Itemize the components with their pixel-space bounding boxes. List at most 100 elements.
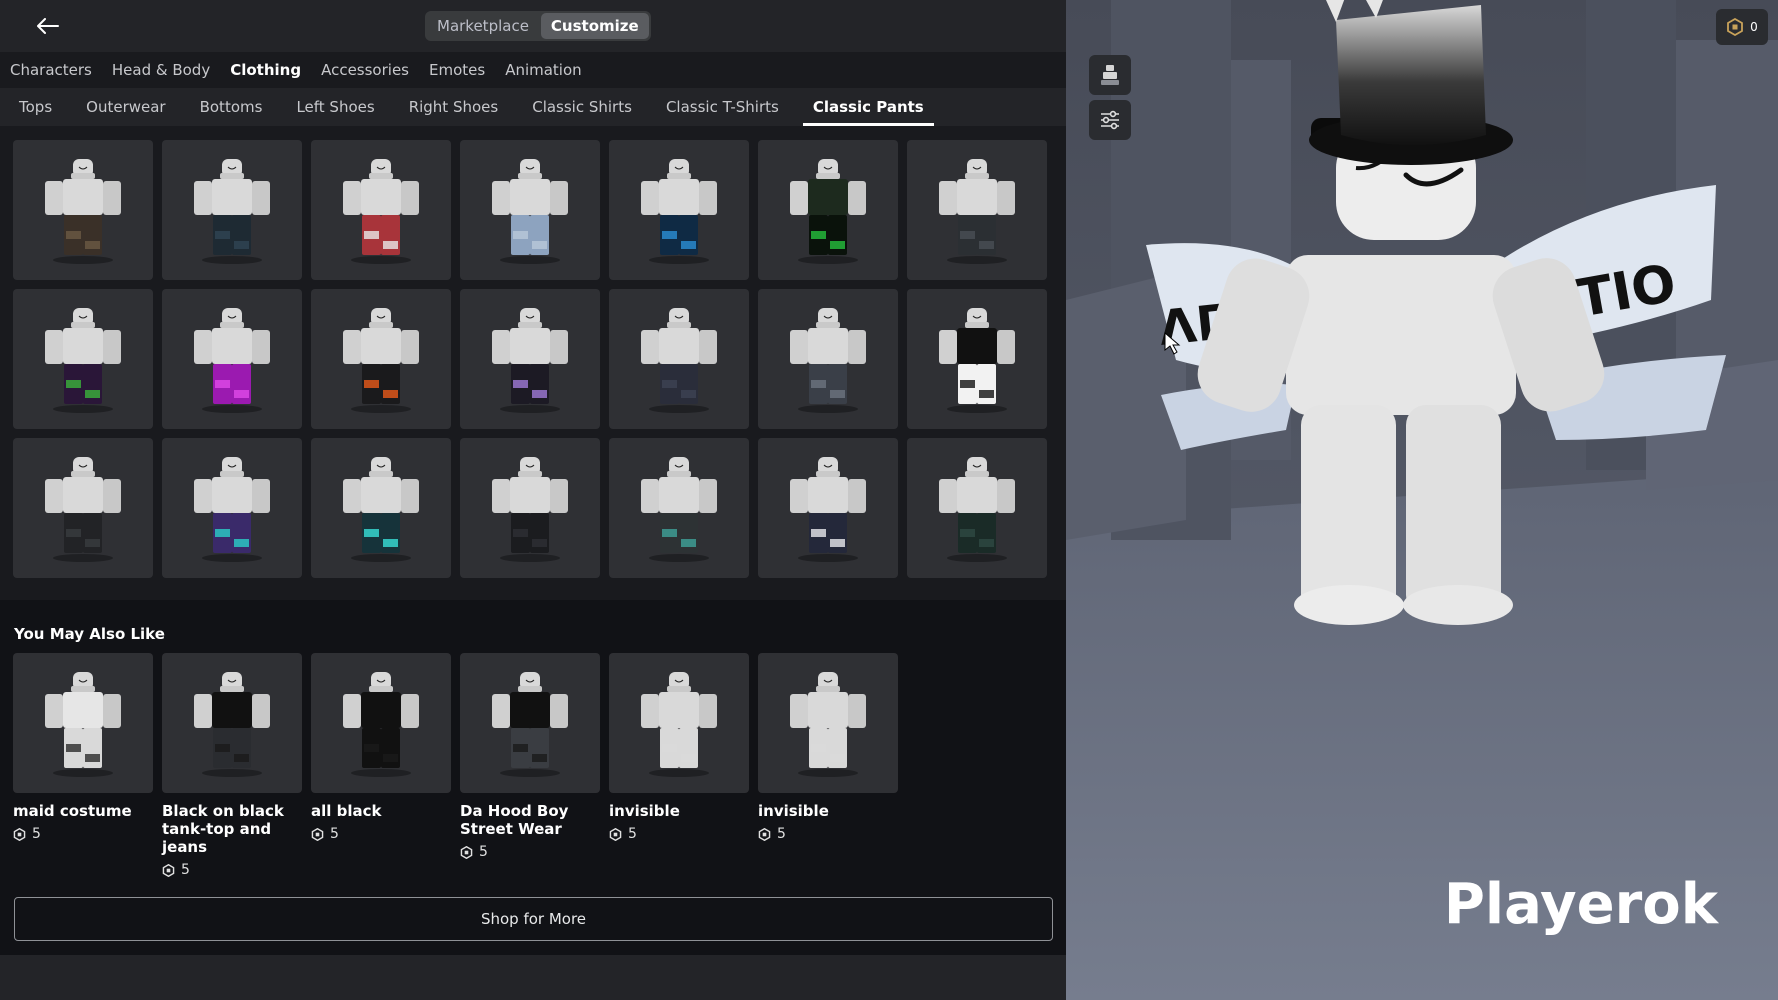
inventory-item[interactable] <box>162 289 302 429</box>
subcategory-tabs: Tops Outerwear Bottoms Left Shoes Right … <box>0 88 1066 126</box>
robux-icon <box>758 827 771 841</box>
subtab-classic-pants[interactable]: Classic Pants <box>802 88 934 126</box>
inventory-item[interactable] <box>311 289 451 429</box>
inventory-item[interactable] <box>162 438 302 578</box>
scene-settings-button[interactable] <box>1089 100 1131 140</box>
inventory-item[interactable] <box>162 140 302 280</box>
robux-balance: 0 <box>1750 20 1758 34</box>
recommended-item-name: Black on black tank-top and jeans <box>162 802 284 856</box>
recommended-item-name: Da Hood Boy Street Wear <box>460 802 569 838</box>
mode-switch: Marketplace Customize <box>425 11 651 41</box>
inventory-grid <box>13 140 1047 578</box>
item-thumbnail <box>492 159 568 264</box>
recommended-item-thumbnail <box>162 653 302 793</box>
inventory-item[interactable] <box>13 140 153 280</box>
inventory-item[interactable] <box>460 289 600 429</box>
tab-clothing[interactable]: Clothing <box>230 61 301 79</box>
inventory-item[interactable] <box>907 140 1047 280</box>
back-button[interactable] <box>34 12 62 40</box>
robux-icon <box>162 863 175 877</box>
tab-emotes[interactable]: Emotes <box>429 61 485 79</box>
category-tabs: Characters Head & Body Clothing Accessor… <box>0 52 1066 88</box>
robux-icon <box>13 827 26 841</box>
item-thumbnail <box>790 159 866 264</box>
item-thumbnail <box>641 159 717 264</box>
item-thumbnail <box>194 308 270 413</box>
recommendations-title: You May Also Like <box>14 625 165 643</box>
recommended-item-price: 5 <box>13 826 153 842</box>
avatar-view-button[interactable] <box>1089 55 1131 95</box>
editor-panel: Marketplace Customize Characters Head & … <box>0 0 1066 1000</box>
recommended-item-thumbnail <box>758 653 898 793</box>
inventory-item[interactable] <box>907 289 1047 429</box>
recommended-item-thumbnail <box>460 653 600 793</box>
recommended-item-thumbnail <box>311 653 451 793</box>
item-thumbnail <box>343 457 419 562</box>
recommended-item[interactable]: Black on black tank-top and jeans 5 <box>162 653 302 878</box>
shop-for-more-button[interactable]: Shop for More <box>14 897 1053 941</box>
subtab-tops[interactable]: Tops <box>19 88 52 126</box>
tab-animation[interactable]: Animation <box>505 61 581 79</box>
subtab-classic-tshirts[interactable]: Classic T-Shirts <box>666 88 779 126</box>
recommended-item-name: all black <box>311 802 382 820</box>
robux-icon <box>1727 18 1744 36</box>
price-value: 5 <box>628 826 637 842</box>
price-value: 5 <box>32 826 41 842</box>
avatar-viewport[interactable]: ΛΓΙΟ ΛΕΤΙΟ <box>1066 0 1778 1000</box>
inventory-section <box>0 126 1066 600</box>
recommended-item[interactable]: invisible 5 <box>758 653 898 878</box>
item-thumbnail <box>45 457 121 562</box>
inventory-item[interactable] <box>311 438 451 578</box>
recommended-item[interactable]: Da Hood Boy Street Wear 5 <box>460 653 600 878</box>
recommended-item[interactable]: all black 5 <box>311 653 451 878</box>
inventory-item[interactable] <box>609 289 749 429</box>
inventory-item[interactable] <box>460 438 600 578</box>
inventory-item[interactable] <box>609 140 749 280</box>
recommended-item-price: 5 <box>162 862 302 878</box>
robux-icon <box>460 845 473 859</box>
subtab-right-shoes[interactable]: Right Shoes <box>409 88 499 126</box>
item-thumbnail <box>343 672 419 777</box>
inventory-item[interactable] <box>13 289 153 429</box>
subtab-classic-shirts[interactable]: Classic Shirts <box>532 88 632 126</box>
subtab-outerwear[interactable]: Outerwear <box>86 88 165 126</box>
tab-accessories[interactable]: Accessories <box>321 61 409 79</box>
inventory-item[interactable] <box>758 140 898 280</box>
inventory-item[interactable] <box>758 289 898 429</box>
recommended-item-name: invisible <box>758 802 829 820</box>
inventory-item[interactable] <box>460 140 600 280</box>
item-thumbnail <box>790 672 866 777</box>
recommended-item-price: 5 <box>758 826 898 842</box>
recommended-item[interactable]: invisible 5 <box>609 653 749 878</box>
avatar-preview-scene: ΛΓΙΟ ΛΕΤΙΟ <box>1066 0 1778 1000</box>
item-thumbnail <box>194 159 270 264</box>
item-thumbnail <box>194 672 270 777</box>
recommended-item-thumbnail <box>13 653 153 793</box>
price-value: 5 <box>330 826 339 842</box>
tab-characters[interactable]: Characters <box>10 61 92 79</box>
robux-balance-button[interactable]: 0 <box>1716 9 1768 45</box>
tab-head-body[interactable]: Head & Body <box>112 61 210 79</box>
subtab-bottoms[interactable]: Bottoms <box>200 88 263 126</box>
price-value: 5 <box>479 844 488 860</box>
inventory-item[interactable] <box>907 438 1047 578</box>
item-thumbnail <box>45 308 121 413</box>
customize-mode-button[interactable]: Customize <box>540 13 649 39</box>
inventory-item[interactable] <box>311 140 451 280</box>
inventory-item[interactable] <box>13 438 153 578</box>
item-thumbnail <box>45 159 121 264</box>
inventory-item[interactable] <box>609 438 749 578</box>
item-thumbnail <box>343 308 419 413</box>
subtab-left-shoes[interactable]: Left Shoes <box>296 88 374 126</box>
recommended-item-name: maid costume <box>13 802 132 820</box>
recommendations-section: You May Also Like maid costume 5 Black on … <box>0 600 1066 955</box>
player-name: Playerok <box>1443 872 1718 937</box>
recommended-item-thumbnail <box>609 653 749 793</box>
item-thumbnail <box>343 159 419 264</box>
inventory-item[interactable] <box>758 438 898 578</box>
item-thumbnail <box>939 308 1015 413</box>
recommendations-list: maid costume 5 Black on black tank-top and… <box>13 653 898 878</box>
recommended-item[interactable]: maid costume 5 <box>13 653 153 878</box>
item-thumbnail <box>641 308 717 413</box>
marketplace-mode-button[interactable]: Marketplace <box>427 13 539 39</box>
